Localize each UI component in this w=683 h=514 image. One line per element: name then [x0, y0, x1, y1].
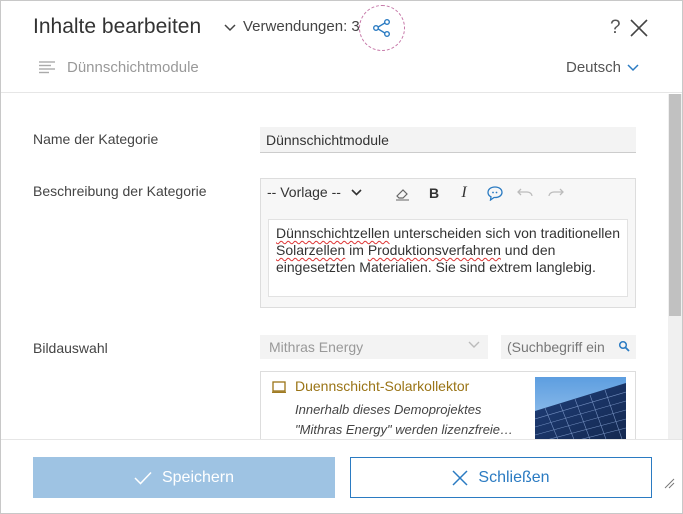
category-name-input[interactable]: Dünnschichtmodule — [260, 127, 636, 153]
image-selection-label: Bildauswahl — [33, 340, 108, 356]
misspelled-word: Solarzellen — [276, 242, 346, 258]
resize-handle-icon[interactable] — [663, 477, 675, 489]
checkmark-icon — [134, 471, 152, 485]
image-source-value: Mithras Energy — [269, 339, 364, 355]
category-subtitle: Dünnschichtmodule — [67, 59, 199, 76]
chevron-down-icon — [468, 341, 480, 348]
result-title[interactable]: Duennschicht-Solarkollektor — [295, 378, 469, 394]
close-label: Schließen — [478, 468, 550, 486]
name-label: Name der Kategorie — [33, 131, 159, 147]
editor-toolbar: -- Vorlage -- B I — [261, 179, 635, 207]
save-label: Speichern — [161, 468, 235, 486]
description-text: unterscheiden sich von traditionellen — [389, 225, 621, 241]
image-search-input[interactable]: (Suchbegriff ein — [501, 335, 636, 359]
result-description-line: Innerhalb dieses Demoprojektes — [295, 402, 482, 417]
edit-content-dialog: Inhalte bearbeiten Verwendungen: 3 ? Dün… — [0, 0, 683, 514]
template-select-label: -- Vorlage -- — [267, 184, 341, 200]
result-description-line: "Mithras Energy" werden lizenzfreie… — [295, 422, 514, 437]
language-label: Deutsch — [566, 59, 622, 76]
undo-icon[interactable] — [517, 185, 533, 201]
chevron-down-icon — [224, 23, 236, 31]
chevron-down-icon — [351, 188, 362, 196]
vertical-scrollbar[interactable] — [668, 94, 682, 439]
quote-icon[interactable] — [487, 185, 503, 201]
scrollbar-thumb[interactable] — [669, 94, 681, 316]
dialog-body: Name der Kategorie Dünnschichtmodule Bes… — [1, 94, 668, 439]
share-button[interactable] — [359, 5, 405, 51]
dialog-title: Inhalte bearbeiten — [33, 15, 202, 38]
search-placeholder: (Suchbegriff ein — [507, 339, 605, 355]
eraser-icon[interactable] — [394, 185, 410, 201]
chevron-down-icon — [627, 63, 639, 71]
close-icon — [452, 469, 468, 486]
help-button[interactable]: ? — [610, 17, 621, 39]
solar-panel-thumbnail[interactable] — [535, 377, 626, 439]
description-editor-area[interactable]: Dünnschichtzellen unterscheiden sich von… — [268, 219, 628, 297]
description-label: Beschreibung der Kategorie — [33, 183, 207, 199]
image-result-item[interactable]: Duennschicht-Solarkollektor Innerhalb di… — [260, 371, 636, 439]
dialog-header: Inhalte bearbeiten Verwendungen: 3 ? Dün… — [1, 1, 682, 93]
share-icon — [373, 19, 390, 37]
description-text: im — [345, 242, 368, 258]
close-button[interactable]: Schließen — [350, 457, 652, 498]
result-description: Innerhalb dieses Demoprojektes "Mithras … — [295, 400, 530, 439]
search-icon[interactable] — [618, 340, 630, 352]
image-source-select[interactable]: Mithras Energy — [260, 335, 488, 359]
template-select[interactable]: -- Vorlage -- — [267, 184, 362, 200]
document-icon — [272, 381, 286, 393]
misspelled-word: Produktionsverfahren — [367, 242, 501, 258]
language-select[interactable]: Deutsch — [566, 59, 639, 76]
bold-button[interactable]: B — [426, 185, 442, 201]
save-button[interactable]: Speichern — [33, 457, 335, 498]
close-icon[interactable] — [629, 18, 649, 38]
redo-icon[interactable] — [548, 185, 564, 201]
misspelled-word: Dünnschichtzellen — [276, 225, 390, 241]
usage-toggle[interactable]: Verwendungen: 3 — [223, 18, 360, 35]
italic-button[interactable]: I — [456, 184, 472, 201]
text-lines-icon — [39, 61, 55, 74]
rich-text-editor: -- Vorlage -- B I Dünnschichtzellen unte… — [260, 178, 636, 308]
usage-label: Verwendungen: 3 — [243, 18, 360, 35]
dialog-footer: Speichern Schließen — [1, 439, 682, 513]
